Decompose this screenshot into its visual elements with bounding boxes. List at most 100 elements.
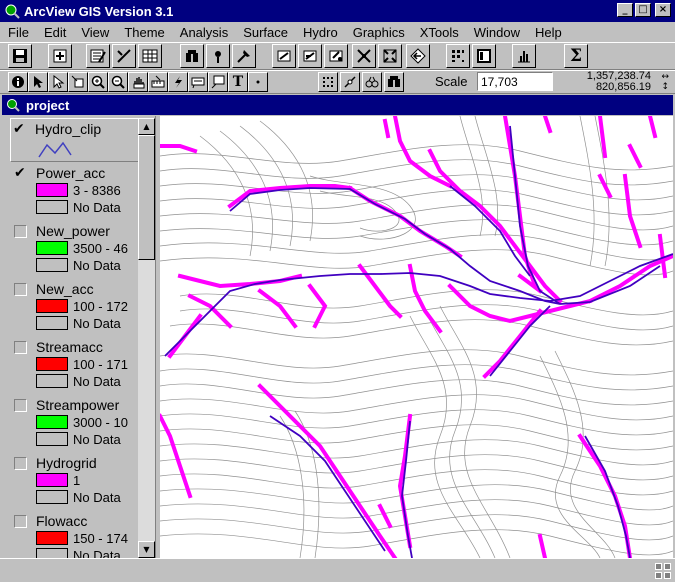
legend-label: 150 - 174 bbox=[73, 530, 128, 546]
legend-label: No Data bbox=[73, 257, 121, 273]
theme-visible-checkbox[interactable] bbox=[14, 399, 27, 412]
menu-surface[interactable]: Surface bbox=[235, 25, 295, 40]
theme-new-acc[interactable]: New_acc 100 - 172 No Data bbox=[12, 279, 140, 335]
menu-theme[interactable]: Theme bbox=[116, 25, 171, 40]
save-icon[interactable] bbox=[8, 44, 32, 68]
callout-icon[interactable] bbox=[208, 72, 228, 92]
toc-scrollbar[interactable]: ▲ ▼ bbox=[138, 118, 155, 558]
sum-icon[interactable]: Σ bbox=[564, 44, 588, 68]
menu-edit[interactable]: Edit bbox=[36, 25, 73, 40]
coord-y: 820,856.19 bbox=[595, 81, 651, 93]
menu-window[interactable]: Window bbox=[466, 25, 527, 40]
theme-flowacc[interactable]: Flowacc 150 - 174 No Data bbox=[12, 511, 140, 558]
theme-power-acc[interactable]: ✔ Power_acc 3 - 8386 No Data bbox=[12, 163, 140, 219]
theme-visible-checkbox[interactable]: ✔ bbox=[13, 122, 26, 136]
arcview-globe-icon bbox=[4, 3, 20, 19]
resize-grip-icon[interactable] bbox=[655, 563, 671, 579]
legend-swatch bbox=[36, 415, 68, 429]
status-bar bbox=[0, 558, 675, 582]
minimize-button[interactable]: _ bbox=[617, 3, 633, 17]
measure-icon[interactable] bbox=[148, 72, 168, 92]
legend-swatch bbox=[36, 473, 68, 487]
zoom-previous-icon[interactable] bbox=[406, 44, 430, 68]
zoom-full-extent-icon[interactable] bbox=[272, 44, 296, 68]
legend-swatch bbox=[36, 432, 68, 446]
open-table-icon[interactable] bbox=[138, 44, 162, 68]
select-feature-icon[interactable] bbox=[68, 72, 88, 92]
menu-analysis[interactable]: Analysis bbox=[172, 25, 235, 40]
map-canvas[interactable] bbox=[160, 116, 673, 558]
legend-swatch bbox=[36, 490, 68, 504]
edit-legend-icon[interactable] bbox=[112, 44, 136, 68]
close-button[interactable]: × bbox=[655, 3, 671, 17]
legend-class: No Data bbox=[36, 257, 121, 273]
scale-input[interactable] bbox=[477, 72, 553, 91]
drainage-icon[interactable] bbox=[362, 72, 382, 92]
view-titlebar: project bbox=[2, 95, 673, 115]
label-icon[interactable] bbox=[188, 72, 208, 92]
theme-properties-icon[interactable] bbox=[86, 44, 110, 68]
hotlink-icon[interactable] bbox=[168, 72, 188, 92]
theme-visible-checkbox[interactable] bbox=[14, 225, 27, 238]
menu-help[interactable]: Help bbox=[527, 25, 569, 40]
theme-hydro-clip[interactable]: ✔ Hydro_clip bbox=[10, 118, 142, 162]
line-split-icon[interactable] bbox=[340, 72, 360, 92]
zoom-out-tool-icon[interactable] bbox=[108, 72, 128, 92]
legend-swatch bbox=[36, 299, 68, 313]
legend-class: 150 - 174 bbox=[36, 530, 128, 546]
theme-visible-checkbox[interactable] bbox=[14, 457, 27, 470]
scroll-thumb[interactable] bbox=[138, 135, 155, 260]
legend-class: 3000 - 10 bbox=[36, 414, 128, 430]
button-bar: Σ bbox=[0, 42, 675, 70]
zoom-in-icon[interactable] bbox=[352, 44, 376, 68]
menu-file[interactable]: File bbox=[0, 25, 36, 40]
histogram-icon[interactable] bbox=[512, 44, 536, 68]
zoom-to-themes-icon[interactable] bbox=[298, 44, 322, 68]
add-theme-icon[interactable] bbox=[48, 44, 72, 68]
clear-selection-icon[interactable] bbox=[472, 44, 496, 68]
hydro-clip-lines bbox=[164, 125, 673, 558]
locate-address-icon[interactable] bbox=[206, 44, 230, 68]
maximize-button[interactable]: □ bbox=[635, 3, 651, 17]
zoom-to-selected-icon[interactable] bbox=[324, 44, 348, 68]
select-features-icon[interactable] bbox=[446, 44, 470, 68]
query-builder-icon[interactable] bbox=[232, 44, 256, 68]
menu-graphics[interactable]: Graphics bbox=[345, 25, 412, 40]
text-icon[interactable]: T bbox=[228, 72, 248, 92]
theme-visible-checkbox[interactable] bbox=[14, 283, 27, 296]
legend-swatch bbox=[36, 374, 68, 388]
theme-streamacc[interactable]: Streamacc 100 - 171 No Data bbox=[12, 337, 140, 393]
flow-path-icon[interactable] bbox=[384, 72, 404, 92]
draw-point-icon[interactable] bbox=[248, 72, 268, 92]
legend-label: No Data bbox=[73, 547, 121, 559]
menu-view[interactable]: View bbox=[73, 25, 116, 40]
zoom-out-icon[interactable] bbox=[378, 44, 402, 68]
legend-swatch bbox=[36, 548, 68, 558]
scroll-up-arrow-icon[interactable]: ▲ bbox=[138, 118, 155, 135]
theme-new-power[interactable]: New_power 3500 - 46 No Data bbox=[12, 221, 140, 277]
theme-name: New_acc bbox=[36, 281, 94, 297]
menu-hydro[interactable]: Hydro bbox=[295, 25, 345, 40]
tool-bar: T Scale 1,357,238.74 820,856.19 ↔↕ bbox=[0, 70, 675, 94]
pointer-icon[interactable] bbox=[28, 72, 48, 92]
coord-arrows-icon: ↔ ↕ bbox=[661, 72, 669, 92]
menu-bar: File Edit View Theme Analysis Surface Hy… bbox=[0, 22, 675, 42]
map-display[interactable] bbox=[160, 116, 673, 558]
scroll-down-arrow-icon[interactable]: ▼ bbox=[138, 541, 155, 558]
theme-hydrogrid[interactable]: Hydrogrid 1 No Data bbox=[12, 453, 140, 509]
theme-visible-checkbox[interactable] bbox=[14, 515, 27, 528]
menu-xtools[interactable]: XTools bbox=[412, 25, 466, 40]
vertex-edit-icon[interactable] bbox=[48, 72, 68, 92]
find-icon[interactable] bbox=[180, 44, 204, 68]
theme-visible-checkbox[interactable] bbox=[14, 341, 27, 354]
identify-icon[interactable] bbox=[8, 72, 28, 92]
pan-icon[interactable] bbox=[128, 72, 148, 92]
legend-swatch bbox=[36, 241, 68, 255]
snap-icon[interactable] bbox=[318, 72, 338, 92]
legend-label: No Data bbox=[73, 199, 121, 215]
theme-visible-checkbox[interactable]: ✔ bbox=[14, 166, 27, 180]
theme-streampower[interactable]: Streampower 3000 - 10 No Data bbox=[12, 395, 140, 451]
zoom-in-tool-icon[interactable] bbox=[88, 72, 108, 92]
theme-name: Power_acc bbox=[36, 165, 106, 181]
legend-class: No Data bbox=[36, 489, 121, 505]
